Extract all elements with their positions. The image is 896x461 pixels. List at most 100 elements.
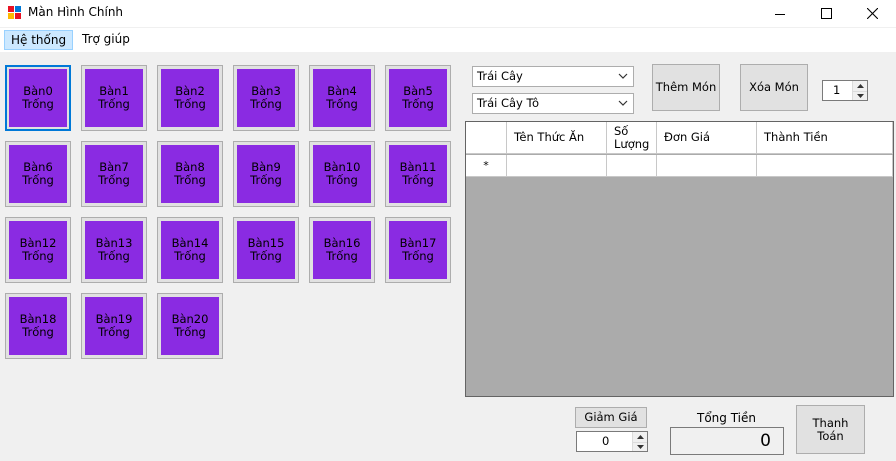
checkout-button[interactable]: Thanh Toán	[796, 405, 865, 454]
table-button[interactable]: Bàn11 Trống	[385, 141, 451, 207]
table-button[interactable]: Bàn18 Trống	[5, 293, 71, 359]
table-status: Trống	[98, 249, 130, 263]
menu-tro-giup[interactable]: Trợ giúp	[76, 30, 136, 50]
column-header-label: Đơn Giá	[664, 130, 711, 144]
table-status: Trống	[402, 173, 434, 187]
food-select-value: Trái Cây Tô	[477, 96, 540, 110]
table-button-face: Bàn18 Trống	[9, 297, 67, 355]
table-status: Trống	[22, 173, 54, 187]
table-status: Trống	[326, 97, 358, 111]
menu-bar: Hệ thống Trợ giúp	[0, 28, 896, 52]
new-row-header[interactable]: *	[466, 155, 507, 177]
table-status: Trống	[402, 97, 434, 111]
discount-arrows	[632, 432, 647, 451]
new-row-cell-food-name[interactable]	[507, 155, 607, 177]
table-button-face: Bàn4 Trống	[313, 69, 371, 127]
table-status: Trống	[98, 325, 130, 339]
discount-up-button[interactable]	[633, 432, 647, 442]
table-status: Trống	[402, 249, 434, 263]
grid-corner	[466, 122, 507, 154]
table-button[interactable]: Bàn12 Trống	[5, 217, 71, 283]
table-button[interactable]: Bàn8 Trống	[157, 141, 223, 207]
quantity-stepper[interactable]: 1	[822, 80, 868, 101]
table-button[interactable]: Bàn3 Trống	[233, 65, 299, 131]
table-button-face: Bàn10 Trống	[313, 145, 371, 203]
table-button[interactable]: Bàn13 Trống	[81, 217, 147, 283]
discount-down-button[interactable]	[633, 441, 647, 451]
new-row-cell-quantity[interactable]	[607, 155, 657, 177]
window-title: Màn Hình Chính	[28, 5, 124, 19]
table-button[interactable]: Bàn20 Trống	[157, 293, 223, 359]
chevron-down-icon	[856, 93, 864, 98]
total-value-field: 0	[670, 427, 784, 455]
table-button-face: Bàn6 Trống	[9, 145, 67, 203]
maximize-button[interactable]	[803, 0, 849, 27]
category-select-value: Trái Cây	[477, 69, 523, 83]
table-status: Trống	[22, 249, 54, 263]
table-button[interactable]: Bàn9 Trống	[233, 141, 299, 207]
table-button-face: Bàn2 Trống	[161, 69, 219, 127]
title-bar: Màn Hình Chính	[0, 0, 896, 27]
table-status: Trống	[250, 173, 282, 187]
menu-he-thong[interactable]: Hệ thống	[4, 30, 74, 50]
table-button[interactable]: Bàn15 Trống	[233, 217, 299, 283]
column-header-unit-price[interactable]: Đơn Giá	[657, 122, 757, 154]
table-button-face: Bàn13 Trống	[85, 221, 143, 279]
column-header-label: Thành Tiền	[764, 130, 828, 144]
table-button[interactable]: Bàn1 Trống	[81, 65, 147, 131]
table-button-face: Bàn15 Trống	[237, 221, 295, 279]
table-button-face: Bàn7 Trống	[85, 145, 143, 203]
new-row-cell-total[interactable]	[757, 155, 893, 177]
table-button[interactable]: Bàn16 Trống	[309, 217, 375, 283]
table-button[interactable]: Bàn4 Trống	[309, 65, 375, 131]
quantity-arrows	[852, 81, 867, 100]
new-row-cell-unit-price[interactable]	[657, 155, 757, 177]
table-button-face: Bàn0 Trống	[9, 69, 67, 127]
table-button[interactable]: Bàn0 Trống	[5, 65, 71, 131]
discount-stepper[interactable]: 0	[576, 431, 648, 452]
total-label: Tổng Tiền	[697, 411, 756, 425]
table-button[interactable]: Bàn6 Trống	[5, 141, 71, 207]
table-button-face: Bàn8 Trống	[161, 145, 219, 203]
column-header-label: Tên Thức Ăn	[514, 130, 585, 144]
close-icon	[866, 8, 878, 19]
table-button[interactable]: Bàn2 Trống	[157, 65, 223, 131]
table-button[interactable]: Bàn17 Trống	[385, 217, 451, 283]
column-header-total[interactable]: Thành Tiền	[757, 122, 893, 154]
quantity-value: 1	[833, 83, 841, 97]
table-button-face: Bàn3 Trống	[237, 69, 295, 127]
table-button[interactable]: Bàn10 Trống	[309, 141, 375, 207]
quantity-down-button[interactable]	[853, 90, 867, 100]
table-button[interactable]: Bàn14 Trống	[157, 217, 223, 283]
add-food-button[interactable]: Thêm Món	[652, 64, 720, 111]
quantity-up-button[interactable]	[853, 81, 867, 91]
table-button[interactable]: Bàn7 Trống	[81, 141, 147, 207]
table-status: Trống	[98, 173, 130, 187]
table-button[interactable]: Bàn5 Trống	[385, 65, 451, 131]
food-select[interactable]: Trái Cây Tô	[472, 93, 634, 114]
order-grid[interactable]: Tên Thức Ăn Số Lượng Đơn Giá Thành Tiền …	[465, 121, 894, 397]
column-header-food-name[interactable]: Tên Thức Ăn	[507, 122, 607, 154]
table-button-face: Bàn12 Trống	[9, 221, 67, 279]
category-select[interactable]: Trái Cây	[472, 66, 634, 87]
close-button[interactable]	[849, 0, 895, 27]
minimize-icon	[775, 13, 785, 15]
minimize-button[interactable]	[757, 0, 803, 27]
discount-button[interactable]: Giảm Giá	[575, 407, 647, 428]
table-button-face: Bàn9 Trống	[237, 145, 295, 203]
discount-value: 0	[602, 434, 610, 448]
column-header-label: Số Lượng	[614, 123, 650, 151]
table-button-face: Bàn19 Trống	[85, 297, 143, 355]
remove-food-button[interactable]: Xóa Món	[740, 64, 808, 111]
table-status: Trống	[174, 97, 206, 111]
total-value: 0	[760, 431, 771, 451]
table-status: Trống	[250, 97, 282, 111]
table-button-face: Bàn1 Trống	[85, 69, 143, 127]
new-row-marker: *	[483, 159, 489, 172]
app-icon	[8, 6, 22, 20]
column-header-quantity[interactable]: Số Lượng	[607, 122, 657, 154]
table-button-face: Bàn5 Trống	[389, 69, 447, 127]
chevron-down-icon	[618, 73, 628, 79]
table-button[interactable]: Bàn19 Trống	[81, 293, 147, 359]
chevron-down-icon	[618, 100, 628, 106]
